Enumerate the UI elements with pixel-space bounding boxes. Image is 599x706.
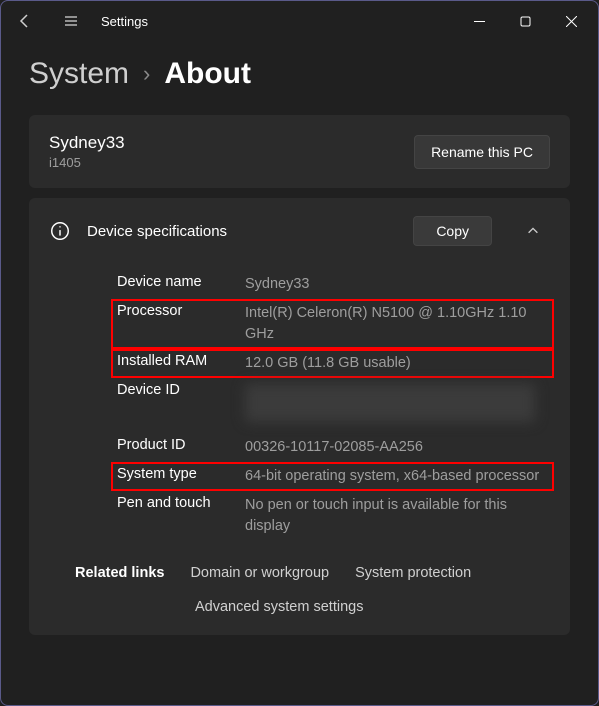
spec-label: System type	[117, 466, 235, 487]
device-specifications-section: Device specifications Copy Device name S…	[29, 198, 570, 635]
link-domain-workgroup[interactable]: Domain or workgroup	[190, 565, 329, 581]
chevron-right-icon: ›	[143, 61, 150, 87]
link-system-protection[interactable]: System protection	[355, 565, 471, 581]
related-links: Related links Domain or workgroup System…	[29, 541, 570, 615]
link-advanced-system-settings[interactable]: Advanced system settings	[195, 599, 363, 615]
spec-value: No pen or touch input is available for t…	[245, 495, 524, 537]
spec-value: Sydney33	[245, 274, 310, 295]
spec-label: Processor	[117, 303, 235, 345]
spec-label: Device name	[117, 274, 235, 295]
maximize-button[interactable]	[502, 1, 548, 41]
spec-row-product-id: Product ID 00326-10117-02085-AA256	[117, 433, 524, 462]
spec-row-device-id: Device ID	[117, 378, 524, 433]
section-header[interactable]: Device specifications Copy	[29, 198, 570, 264]
breadcrumb-current: About	[164, 57, 251, 91]
spec-label: Pen and touch	[117, 495, 235, 537]
pc-name: Sydney33	[49, 133, 414, 153]
copy-button[interactable]: Copy	[413, 216, 492, 246]
pc-name-card: Sydney33 i1405 Rename this PC	[29, 115, 570, 188]
menu-button[interactable]	[51, 1, 91, 41]
chevron-up-icon[interactable]	[516, 214, 550, 248]
spec-row-device-name: Device name Sydney33	[117, 270, 524, 299]
spec-row-system-type: System type 64-bit operating system, x64…	[111, 462, 554, 491]
spec-value: 64-bit operating system, x64-based proce…	[245, 466, 539, 487]
back-button[interactable]	[5, 1, 45, 41]
spec-label: Product ID	[117, 437, 235, 458]
info-icon	[49, 220, 71, 242]
titlebar: Settings	[1, 1, 598, 41]
spec-value: Intel(R) Celeron(R) N5100 @ 1.10GHz 1.10…	[245, 303, 548, 345]
related-label: Related links	[75, 565, 164, 581]
close-button[interactable]	[548, 1, 594, 41]
spec-row-processor: Processor Intel(R) Celeron(R) N5100 @ 1.…	[111, 299, 554, 349]
breadcrumb: System › About	[1, 41, 598, 115]
spec-value-hidden	[245, 382, 535, 429]
spec-label: Device ID	[117, 382, 235, 429]
rename-pc-button[interactable]: Rename this PC	[414, 135, 550, 169]
spec-value: 00326-10117-02085-AA256	[245, 437, 423, 458]
spec-value: 12.0 GB (11.8 GB usable)	[245, 353, 411, 374]
app-title: Settings	[101, 14, 148, 29]
spec-row-pen-touch: Pen and touch No pen or touch input is a…	[117, 491, 524, 541]
spec-label: Installed RAM	[117, 353, 235, 374]
breadcrumb-parent[interactable]: System	[29, 57, 129, 91]
minimize-button[interactable]	[456, 1, 502, 41]
spec-row-ram: Installed RAM 12.0 GB (11.8 GB usable)	[111, 349, 554, 378]
pc-model: i1405	[49, 155, 414, 170]
section-title: Device specifications	[87, 223, 397, 240]
